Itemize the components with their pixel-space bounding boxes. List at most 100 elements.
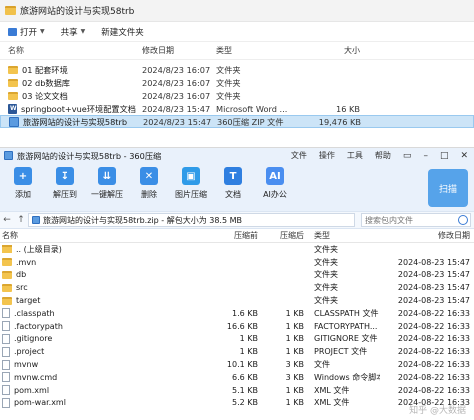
- file-icon: [2, 372, 10, 383]
- delete-icon: ✕: [140, 167, 158, 185]
- entry-date: 2024-08-22 16:33: [397, 347, 470, 357]
- menu-tools[interactable]: 工具: [347, 150, 363, 161]
- toolbar-label: 文档: [225, 190, 241, 199]
- column-size[interactable]: 大小: [302, 45, 360, 56]
- entry-compressed-size: 5.1 KB: [232, 385, 258, 395]
- menu-help[interactable]: 帮助: [375, 150, 391, 161]
- entry-type: FACTORYPATH...: [314, 321, 378, 331]
- zip-cell-name: mvnw.cmd: [0, 372, 182, 383]
- table-row[interactable]: pom.xml 5.1 KB 1 KB XML 文件 2024-08-22 16:33: [0, 384, 474, 397]
- open-button[interactable]: 打开 ▼: [8, 26, 45, 38]
- skin-icon[interactable]: ▭: [403, 151, 412, 161]
- up-folder-icon: [2, 245, 12, 254]
- entry-date: 2024-08-22 16:33: [397, 385, 470, 395]
- file-type: 文件夹: [216, 64, 241, 75]
- table-row[interactable]: .mvn 文件夹 2024-08-23 15:47: [0, 256, 474, 269]
- zip-cell-name: target: [0, 296, 182, 305]
- table-row[interactable]: src 文件夹 2024-08-23 15:47: [0, 281, 474, 294]
- chevron-down-icon: ▼: [80, 28, 86, 35]
- explorer-window: 旅游网站的设计与实现58trb 打开 ▼ 共享 ▼ 新建文件夹 名称 修改日期 …: [0, 0, 474, 148]
- table-row[interactable]: target 文件夹 2024-08-23 15:47: [0, 294, 474, 307]
- toolbar-label: 删除: [141, 190, 157, 199]
- entry-original-size: 1 KB: [285, 398, 304, 408]
- entry-compressed-size: 1 KB: [239, 347, 258, 357]
- file-type: 文件夹: [216, 90, 241, 101]
- scan-label: 扫描: [438, 184, 457, 195]
- toolbar-button-add[interactable]: + 添加: [4, 167, 42, 200]
- entry-type: 文件夹: [314, 257, 338, 267]
- table-row[interactable]: .factorypath 16.6 KB 1 KB FACTORYPATH... 202…: [0, 320, 474, 333]
- zip-cell-name: src: [0, 283, 182, 292]
- maximize-icon[interactable]: □: [440, 151, 449, 161]
- explorer-row[interactable]: 03 论文文档 2024/8/23 16:07 文件夹: [0, 89, 474, 102]
- toolbar-label: 一键解压: [91, 190, 123, 199]
- back-arrow-icon[interactable]: ←: [0, 215, 14, 225]
- zip-column-type[interactable]: 类型: [310, 230, 380, 241]
- entry-type: 文件夹: [314, 283, 338, 293]
- column-name[interactable]: 名称: [0, 45, 142, 56]
- path-field[interactable]: 旅游网站的设计与实现58trb.zip - 解包大小为 38.5 MB: [28, 213, 355, 227]
- entry-type: XML 文件: [314, 398, 350, 408]
- table-row[interactable]: mvnw 10.1 KB 3 KB 文件 2024-08-22 16:33: [0, 358, 474, 371]
- zip-cell-name: .. (上级目录): [0, 244, 182, 255]
- column-name-label: 名称: [8, 46, 24, 55]
- zip-cell-name: mvnw: [0, 359, 182, 370]
- table-row[interactable]: .project 1 KB 1 KB PROJECT 文件 2024-08-22 16:…: [0, 345, 474, 358]
- file-icon: [2, 385, 10, 396]
- entry-original-size: 1 KB: [285, 321, 304, 331]
- explorer-row[interactable]: 旅游网站的设计与实现58trb 2024/8/23 15:47 360压缩 ZIP …: [0, 115, 474, 128]
- close-icon[interactable]: ✕: [460, 151, 468, 161]
- folder-icon: [2, 283, 12, 292]
- zip-column-compressed[interactable]: 压缩前: [182, 230, 264, 241]
- file-name: 旅游网站的设计与实现58trb: [23, 116, 128, 127]
- table-row[interactable]: .. (上级目录) 文件夹: [0, 243, 474, 256]
- menu-operation[interactable]: 操作: [319, 150, 335, 161]
- up-arrow-icon[interactable]: ↑: [14, 215, 28, 225]
- zip-column-name[interactable]: 名称: [0, 230, 182, 241]
- toolbar-button-image-compress[interactable]: ▣ 图片压缩: [172, 167, 210, 200]
- zip-cell-name: db: [0, 270, 182, 279]
- table-row[interactable]: mvnw.cmd 6.6 KB 3 KB Windows 命令脚本 2024-08-22…: [0, 371, 474, 384]
- search-icon[interactable]: [458, 215, 468, 225]
- menu-file[interactable]: 文件: [291, 150, 307, 161]
- toolbar-button-document[interactable]: T 文档: [214, 167, 252, 200]
- table-row[interactable]: db 文件夹 2024-08-23 15:47: [0, 269, 474, 282]
- table-row[interactable]: .gitignore 1 KB 1 KB GITIGNORE 文件 2024-08-22…: [0, 333, 474, 346]
- table-row[interactable]: .classpath 1.6 KB 1 KB CLASSPATH 文件 2024-08-…: [0, 307, 474, 320]
- explorer-row[interactable]: 02 db数据库 2024/8/23 16:07 文件夹: [0, 76, 474, 89]
- explorer-row[interactable]: springboot+vue环境配置文档 2024/8/23 15:47 Micro…: [0, 102, 474, 115]
- explorer-titlebar: 旅游网站的设计与实现58trb: [0, 0, 474, 22]
- file-size: 19,476 KB: [318, 116, 361, 127]
- chevron-down-icon: ▼: [40, 28, 45, 35]
- toolbar-button-delete[interactable]: ✕ 删除: [130, 167, 168, 200]
- zip-column-date[interactable]: 修改日期: [380, 230, 474, 241]
- new-folder-button[interactable]: 新建文件夹: [101, 26, 144, 38]
- entry-name: src: [16, 283, 28, 293]
- toolbar-button-ai-office[interactable]: AI AI办公: [256, 167, 294, 200]
- file-type: Microsoft Word ...: [216, 103, 288, 114]
- file-date: 2024/8/23 16:07: [142, 77, 211, 88]
- toolbar-button-one-click-extract[interactable]: ⇊ 一键解压: [88, 167, 126, 200]
- zip-column-compressed-label: 压缩前: [234, 231, 258, 240]
- explorer-title: 旅游网站的设计与实现58trb: [20, 7, 135, 17]
- explorer-row[interactable]: 01 配套环境 2024/8/23 16:07 文件夹: [0, 63, 474, 76]
- entry-compressed-size: 1 KB: [239, 334, 258, 344]
- minimize-icon[interactable]: –: [423, 151, 428, 161]
- entry-date: 2024-08-23 15:47: [397, 283, 470, 293]
- search-input[interactable]: 搜索包内文件: [361, 213, 471, 227]
- column-type[interactable]: 类型: [216, 45, 302, 56]
- zip-toolbar: + 添加 ↧ 解压到 ⇊ 一键解压 ✕ 删除 ▣ 图片压缩 T 文档 AI AI办公 扫描: [0, 163, 474, 211]
- toolbar-button-extract-to[interactable]: ↧ 解压到: [46, 167, 84, 200]
- entry-name: pom.xml: [14, 385, 50, 395]
- explorer-cell-name: 02 db数据库: [0, 77, 142, 89]
- column-date[interactable]: 修改日期: [142, 45, 216, 56]
- share-button[interactable]: 共享 ▼: [61, 26, 86, 38]
- file-icon: [2, 346, 10, 357]
- zip-cell-name: .mvn: [0, 258, 182, 267]
- add-icon: +: [14, 167, 32, 185]
- zip-column-date-label: 修改日期: [438, 231, 470, 240]
- zip-column-original[interactable]: 压缩后: [264, 230, 310, 241]
- file-name: 02 db数据库: [22, 77, 70, 88]
- scan-button[interactable]: 扫描: [428, 169, 468, 207]
- table-row[interactable]: pom-war.xml 5.2 KB 1 KB XML 文件 2024-08-22 16…: [0, 397, 474, 410]
